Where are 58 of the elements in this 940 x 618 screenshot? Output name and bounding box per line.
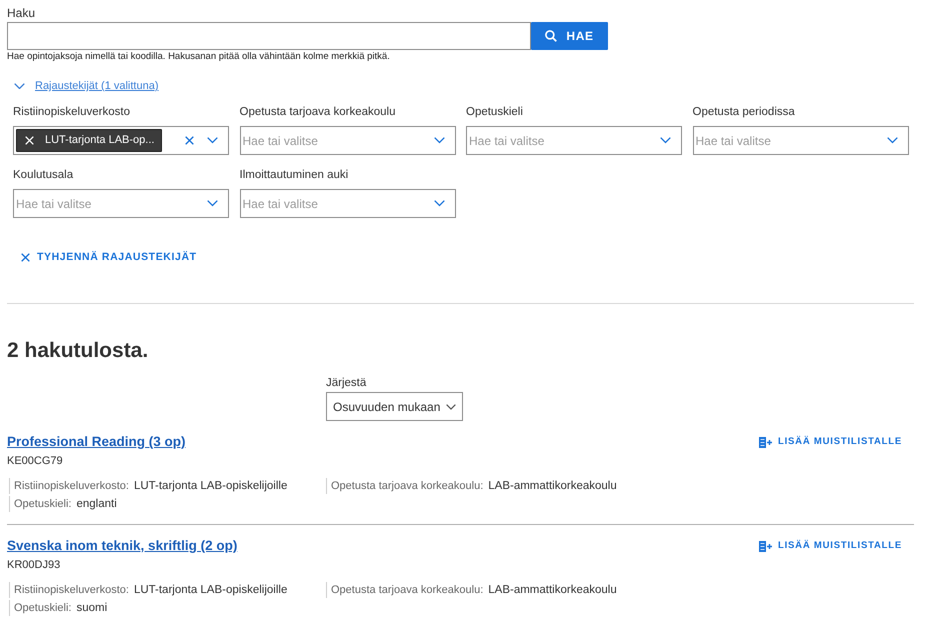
list-plus-icon [758, 540, 772, 552]
search-hint: Hae opintojaksoja nimellä tai koodilla. Hakusanan pitää olla vähintään kolme merkkiä pitkä. [7, 51, 390, 63]
detail-label: Ristiinopiskeluverkosto: [14, 480, 129, 492]
result-title-link[interactable]: Svenska inom teknik, skriftlig (2 op) [7, 538, 238, 554]
selected-tag[interactable]: LUT-tarjonta LAB-op... [16, 129, 162, 152]
search-label: Haku [7, 6, 36, 20]
search-icon [545, 30, 558, 42]
search-button[interactable]: HAE [531, 22, 608, 50]
add-to-list-button[interactable]: LISÄÄ MUISTILISTALLE [758, 436, 902, 448]
close-icon [25, 136, 34, 145]
list-plus-icon [758, 436, 772, 448]
filter-search-input[interactable]: Hae tai valitse [469, 132, 652, 150]
filter-search-input[interactable]: Hae tai valitse [242, 132, 426, 150]
filter-label: Ristiinopiskeluverkosto [13, 105, 130, 119]
detail-label: Opetusta tarjoava korkeakoulu: [331, 480, 484, 492]
result-title-link[interactable]: Professional Reading (3 op) [7, 434, 186, 450]
chevron-down-icon [660, 137, 671, 144]
filter-dropdown[interactable]: Hae tai valitse [13, 189, 229, 218]
sort-label: Järjestä [326, 377, 366, 390]
chevron-down-icon [886, 137, 898, 144]
detail-label: Opetuskieli: [14, 498, 72, 510]
detail-value: suomi [76, 602, 108, 614]
detail-label: Opetuskieli: [14, 602, 72, 614]
filter-dropdown[interactable]: Hae tai valitse [466, 126, 682, 155]
detail-value: LUT-tarjonta LAB-opiskelijoille [134, 480, 288, 492]
detail-value: LUT-tarjonta LAB-opiskelijoille [134, 584, 288, 596]
course-code: KE00CG79 [7, 455, 63, 468]
results-heading: 2 hakutulosta. [7, 338, 148, 364]
clear-filters-button[interactable]: TYHJENNÄ RAJAUSTEKIJÄT [21, 250, 197, 264]
filter-dropdown[interactable]: Hae tai valitse [240, 189, 456, 218]
add-to-list-button[interactable]: LISÄÄ MUISTILISTALLE [758, 540, 902, 552]
chevron-down-icon [446, 404, 456, 410]
detail-value: LAB-ammattikorkeakoulu [488, 584, 617, 596]
clear-icon[interactable] [185, 136, 194, 145]
filter-label: Ilmoittautuminen auki [240, 168, 348, 182]
search-field[interactable] [7, 22, 531, 50]
filter-label: Opetusta tarjoava korkeakoulu [240, 105, 396, 119]
sort-select[interactable]: Osuvuuden mukaan [326, 392, 464, 421]
filter-search-input[interactable]: Hae tai valitse [16, 194, 199, 212]
course-code: KR00DJ93 [7, 559, 60, 572]
filter-search-input[interactable]: Hae tai valitse [696, 132, 878, 150]
chevron-down-icon [207, 137, 218, 144]
detail-value: englanti [76, 498, 117, 510]
chevron-down-icon [207, 200, 218, 207]
filter-dropdown[interactable]: Hae tai valitse [240, 126, 456, 155]
filter-label: Koulutusala [13, 168, 74, 182]
filter-label: Opetusta periodissa [692, 105, 795, 119]
filter-label: Opetuskieli [466, 105, 523, 119]
filter-dropdown[interactable]: LUT-tarjonta LAB-op... [13, 126, 229, 155]
filters-toggle[interactable]: Rajaustekijät (1 valittuna) [14, 79, 159, 93]
filter-dropdown[interactable]: Hae tai valitse [692, 126, 908, 155]
detail-value: LAB-ammattikorkeakoulu [488, 480, 617, 492]
detail-label: Ristiinopiskeluverkosto: [14, 584, 129, 596]
detail-label: Opetusta tarjoava korkeakoulu: [331, 584, 484, 596]
chevron-down-icon [434, 137, 444, 144]
close-icon [21, 252, 30, 262]
filter-search-input[interactable]: Hae tai valitse [242, 194, 426, 212]
chevron-down-icon [434, 200, 444, 207]
